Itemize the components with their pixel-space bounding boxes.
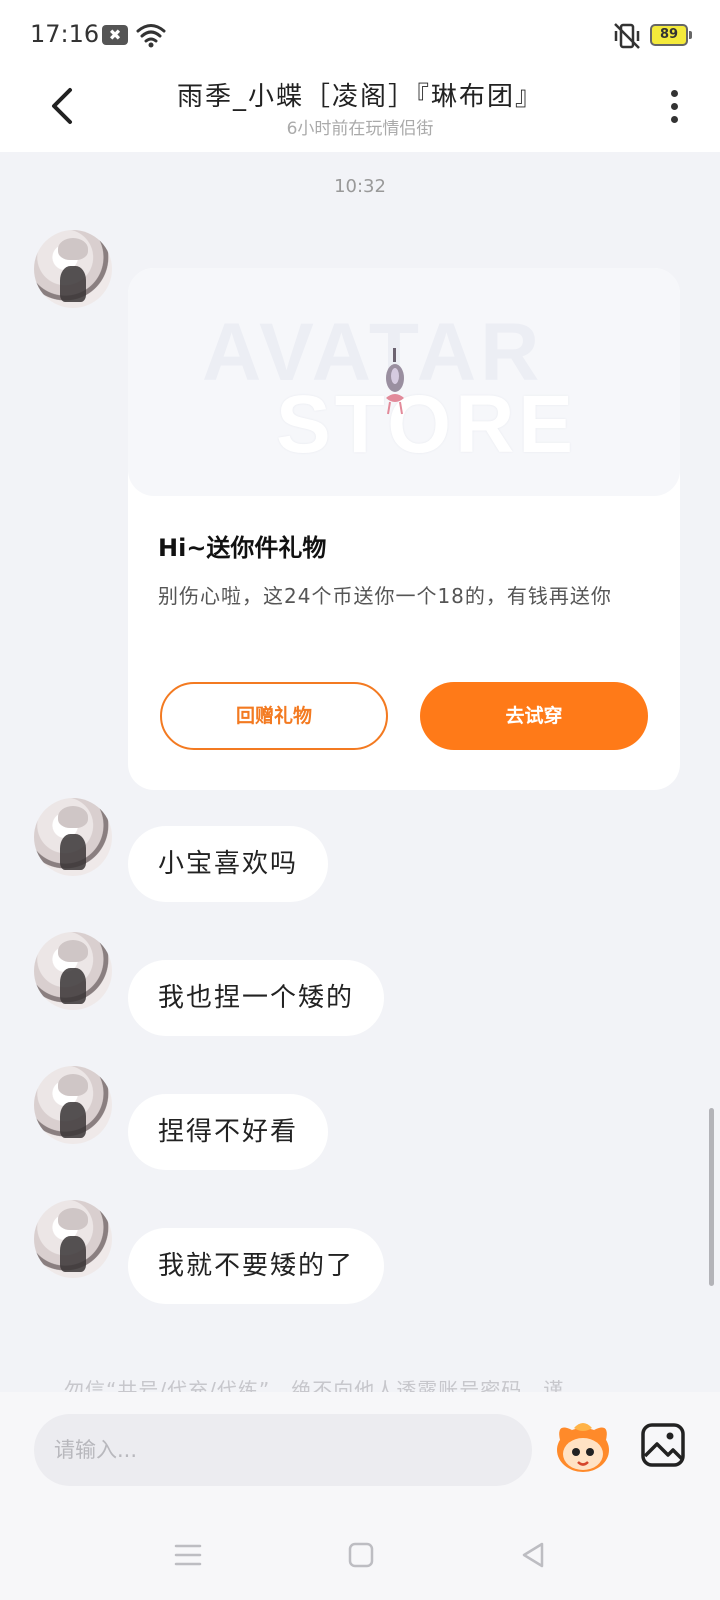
battery-icon: 89 (650, 24, 692, 46)
message-bubble[interactable]: 我也捏一个矮的 (128, 960, 385, 1036)
image-icon[interactable] (640, 1422, 686, 1468)
avatar[interactable] (34, 230, 112, 308)
message-bubble[interactable]: 我就不要矮的了 (128, 1228, 385, 1304)
menu-icon[interactable] (174, 1542, 202, 1568)
banner-text-store: STORE (276, 379, 577, 470)
avatar[interactable] (34, 798, 112, 876)
avatar[interactable] (34, 1066, 112, 1144)
wifi-icon (136, 24, 166, 48)
gift-card: AVATAR STORE Hi~送你件礼物 别伤心啦，这24个币送你一个18的，… (128, 268, 680, 790)
status-time: 17:16 (30, 20, 100, 48)
chevron-left-icon[interactable] (42, 82, 82, 130)
safety-notice: 勿信“共号/代充/代练”，绝不向他人透露账号密码，谨 (0, 1372, 720, 1392)
system-nav-bar (0, 1512, 720, 1600)
contact-name: 雨季_小蝶［凌阁］『琳布团』 (176, 82, 543, 112)
chat-header: 雨季_小蝶［凌阁］『琳布团』 6小时前在玩情侣街 (0, 64, 720, 152)
contact-status: 6小时前在玩情侣街 (286, 119, 434, 139)
notification-app-icon: ✖ (102, 25, 128, 45)
message-input[interactable] (34, 1414, 532, 1486)
vibrate-mute-icon (614, 23, 640, 49)
return-gift-button[interactable]: 回赠礼物 (160, 682, 388, 750)
avatar[interactable] (34, 1200, 112, 1278)
input-bar (0, 1392, 720, 1512)
gift-item-icon (386, 348, 404, 415)
safety-notice-text: 勿信“共号/代充/代练”，绝不向他人透露账号密码，谨 (64, 1378, 565, 1392)
message-bubble[interactable]: 小宝喜欢吗 (128, 826, 329, 902)
back-triangle-icon[interactable] (518, 1540, 548, 1570)
more-vertical-icon[interactable] (664, 86, 684, 130)
message-bubble[interactable]: 捏得不好看 (128, 1094, 329, 1170)
avatar[interactable] (34, 932, 112, 1010)
chat-timestamp: 10:32 (334, 176, 386, 197)
try-on-button[interactable]: 去试穿 (420, 682, 648, 750)
scrollbar[interactable] (709, 1108, 714, 1286)
gift-banner: AVATAR STORE (128, 268, 680, 496)
gift-title: Hi~送你件礼物 (158, 534, 327, 562)
gift-description: 别伤心啦，这24个币送你一个18的，有钱再送你 (158, 584, 612, 608)
home-square-icon[interactable] (348, 1542, 374, 1568)
status-bar: 17:16 ✖ 89 (0, 0, 720, 64)
mascot-sticker-icon[interactable] (552, 1416, 614, 1478)
